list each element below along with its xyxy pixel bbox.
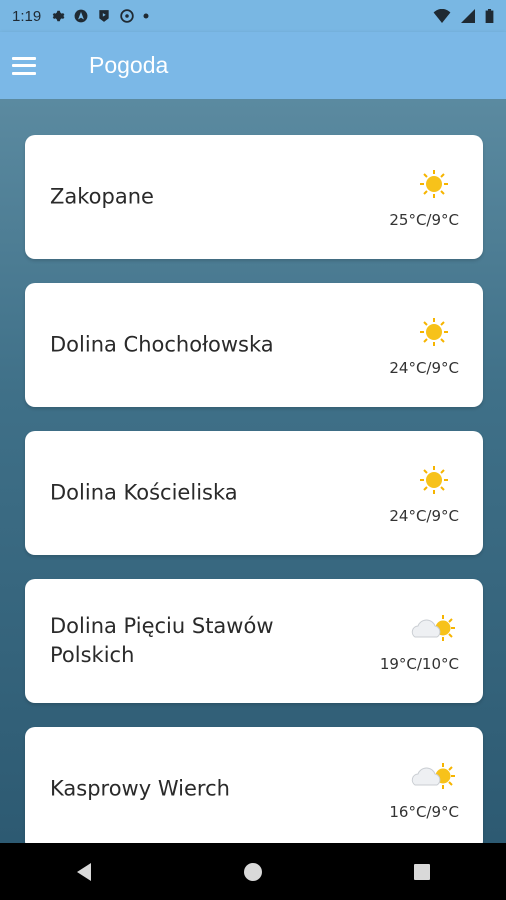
app-bar: Pogoda — [0, 32, 506, 99]
temperature-range: 24°C/9°C — [389, 359, 459, 377]
status-time: 1:19 — [12, 7, 42, 25]
dot-icon — [143, 13, 149, 19]
temperature-range: 19°C/10°C — [379, 655, 459, 673]
sun-icon — [420, 170, 448, 198]
partly-cloudy-icon — [411, 763, 455, 789]
home-button[interactable] — [233, 852, 273, 892]
temperature-range: 16°C/9°C — [389, 803, 459, 821]
location-name: Zakopane — [50, 184, 154, 209]
location-card-zakopane[interactable]: Zakopane 25°C/9°C — [25, 135, 483, 259]
locations-list: Zakopane 25°C/9°C Dolina Chochołowska 24… — [25, 135, 483, 843]
location-card-dolina-pieciu-stawow[interactable]: Dolina Pięciu Stawów Polskich 19°C/10°C — [25, 579, 483, 703]
status-system-icons — [433, 9, 494, 23]
system-navigation-bar — [0, 843, 506, 900]
sun-icon — [420, 318, 448, 346]
locations-content[interactable]: Zakopane 25°C/9°C Dolina Chochołowska 24… — [0, 99, 506, 843]
battery-icon — [485, 9, 494, 23]
page-title: Pogoda — [89, 52, 169, 78]
location-name: Dolina Chochołowska — [50, 332, 274, 357]
location-name: Dolina Kościeliska — [50, 480, 238, 505]
hamburger-menu-icon[interactable] — [12, 56, 36, 75]
home-icon — [243, 862, 262, 881]
status-bar: 1:19 — [0, 0, 506, 32]
temperature-range: 25°C/9°C — [389, 211, 459, 229]
wifi-icon — [433, 9, 451, 23]
settings-icon — [52, 10, 65, 22]
signal-icon — [461, 9, 475, 23]
sun-icon — [420, 466, 448, 494]
partly-cloudy-icon — [411, 615, 455, 641]
location-name: Kasprowy Wierch — [50, 776, 230, 801]
location-card-dolina-koscieliska[interactable]: Dolina Kościeliska 24°C/9°C — [25, 431, 483, 555]
vpn-icon — [120, 9, 134, 23]
navigation-icon — [74, 9, 88, 23]
recents-icon — [413, 863, 430, 880]
recents-button[interactable] — [402, 852, 442, 892]
location-name: Dolina Pięciu Stawów Polskich — [50, 614, 274, 667]
back-button[interactable] — [64, 852, 104, 892]
location-card-dolina-chocholowska[interactable]: Dolina Chochołowska 24°C/9°C — [25, 283, 483, 407]
play-icon — [99, 10, 109, 22]
temperature-range: 24°C/9°C — [389, 507, 459, 525]
status-left: 1:19 — [12, 8, 149, 25]
location-card-kasprowy-wierch[interactable]: Kasprowy Wierch 16°C/9°C — [25, 727, 483, 843]
back-icon — [77, 862, 92, 881]
status-notification-icons — [51, 9, 149, 23]
